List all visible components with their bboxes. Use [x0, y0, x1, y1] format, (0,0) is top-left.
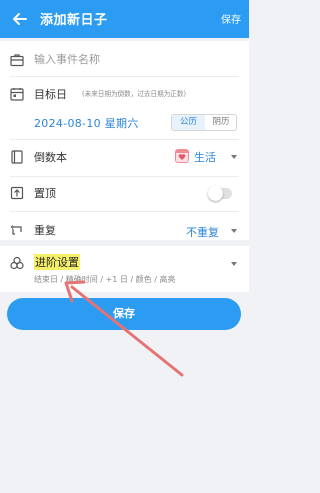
pin-toggle[interactable] — [208, 186, 232, 201]
divider — [10, 211, 239, 212]
book-label: 倒数本 — [34, 151, 67, 164]
advanced-settings-subtitle: 结束日 / 精确时间 / +1 日 / 颜色 / 高亮 — [34, 275, 176, 284]
header-save-button[interactable]: 保存 — [221, 11, 241, 26]
pin-top-icon — [10, 186, 24, 200]
lunar-calendar-option[interactable]: 阴历 — [205, 115, 236, 130]
book-select[interactable]: 生活 — [194, 149, 216, 165]
repeat-icon — [10, 225, 22, 235]
heart-calendar-icon — [175, 149, 189, 163]
divider — [10, 176, 239, 177]
pin-label: 置顶 — [34, 187, 56, 200]
date-value[interactable]: 2024-08-10 星期六 — [34, 115, 139, 131]
advanced-settings-card[interactable]: 进阶设置 结束日 / 精确时间 / +1 日 / 颜色 / 高亮 — [0, 246, 249, 292]
calendar-type-toggle: 公历 阴历 — [171, 114, 237, 131]
event-form-card: 输入事件名称 目标日 (未来日期为倒数，过去日期为正数) 2024-08-10 … — [0, 41, 249, 240]
app-header: 添加新日子 保存 — [0, 0, 249, 38]
toggle-knob — [208, 186, 223, 201]
advanced-settings-icon — [10, 256, 24, 270]
target-date-label: 目标日 — [34, 88, 67, 101]
chevron-down-icon[interactable] — [231, 229, 237, 233]
repeat-select[interactable]: 不重复 — [186, 224, 219, 240]
chevron-down-icon[interactable] — [231, 262, 237, 266]
book-icon — [11, 150, 23, 164]
event-name-input[interactable]: 输入事件名称 — [34, 51, 100, 67]
chevron-down-icon[interactable] — [231, 155, 237, 159]
save-button[interactable]: 保存 — [7, 298, 241, 330]
advanced-settings-title: 进阶设置 — [34, 254, 80, 270]
divider — [10, 139, 239, 140]
target-date-hint: (未来日期为倒数，过去日期为正数) — [82, 90, 187, 98]
page-title: 添加新日子 — [40, 13, 108, 28]
repeat-label: 重复 — [34, 224, 56, 237]
calendar-icon — [10, 88, 24, 101]
briefcase-icon — [10, 54, 24, 67]
divider — [10, 76, 239, 77]
solar-calendar-option[interactable]: 公历 — [172, 115, 205, 130]
back-arrow-icon[interactable] — [10, 9, 30, 29]
